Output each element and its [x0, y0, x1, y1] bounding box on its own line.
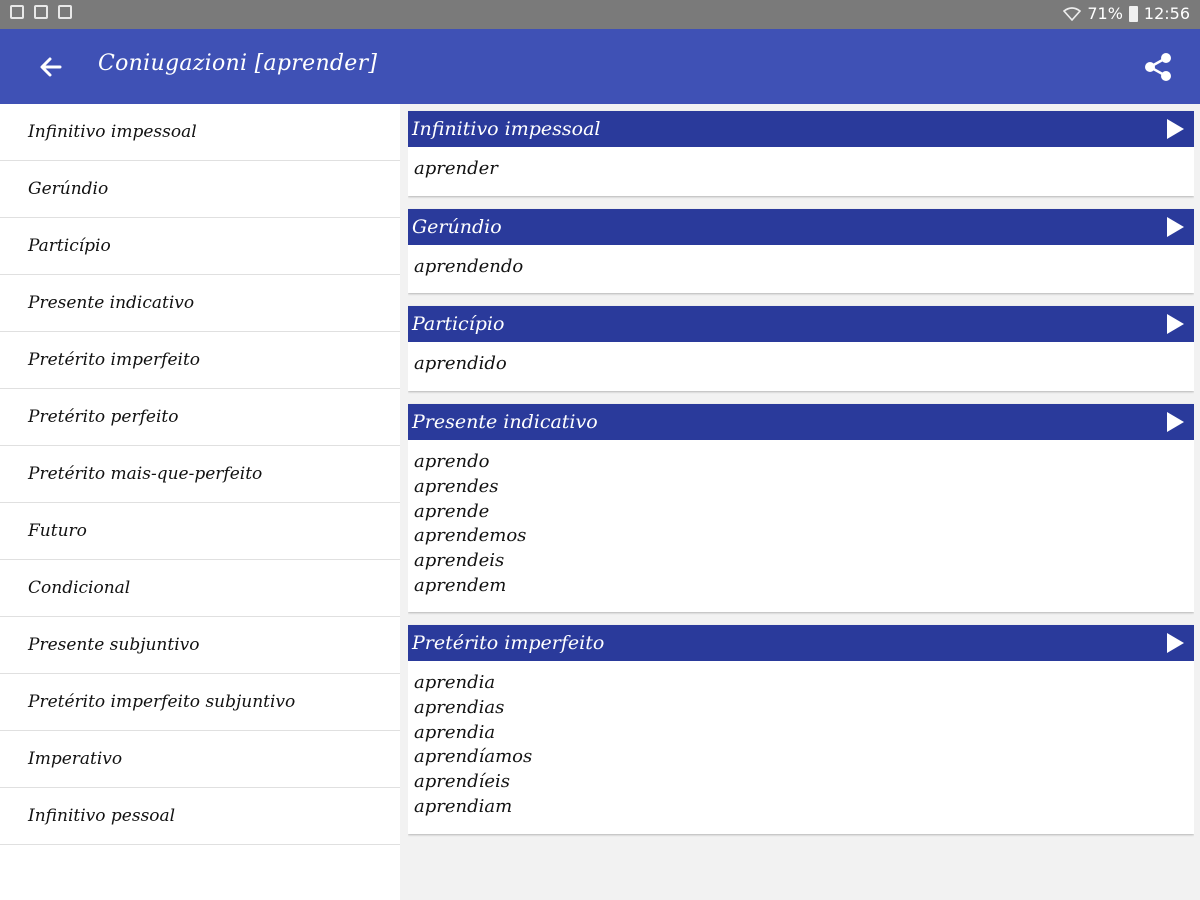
card-body: aprendo aprendes aprende aprendemos aprendei… — [408, 440, 1194, 612]
verb-form: aprendíamos — [414, 746, 533, 768]
tense-list-label: Presente indicativo — [28, 293, 195, 313]
tense-list-label: Imperativo — [28, 749, 123, 769]
tense-list-label: Futuro — [28, 521, 87, 541]
card-header[interactable]: Infinitivo impessoal — [408, 111, 1194, 147]
tense-list-label: Infinitivo pessoal — [28, 806, 176, 826]
verb-form: aprendiam — [414, 795, 513, 817]
verb-form: aprendes — [414, 475, 499, 497]
status-right: 71% 12:56 — [1063, 4, 1190, 23]
tense-list-label: Particípio — [28, 236, 111, 256]
tense-list-label: Pretérito imperfeito — [28, 350, 201, 370]
play-icon[interactable] — [1167, 412, 1184, 433]
verb-form: aprendo — [414, 451, 490, 473]
verb-form: aprendem — [414, 574, 507, 596]
tense-list-item[interactable]: Futuro — [0, 503, 400, 560]
tense-list-item[interactable]: Particípio — [0, 218, 400, 275]
tense-list-label: Pretérito imperfeito subjuntivo — [28, 692, 296, 712]
card-body: aprender — [408, 147, 1194, 196]
play-icon[interactable] — [1167, 216, 1184, 237]
tense-list-label: Pretérito perfeito — [28, 407, 179, 427]
play-icon[interactable] — [1167, 119, 1184, 139]
tense-list-item[interactable]: Pretérito perfeito — [0, 389, 400, 446]
clipboard-icon — [34, 5, 48, 19]
card-header[interactable]: Pretérito imperfeito — [408, 625, 1194, 662]
status-bar: 71% 12:56 — [0, 0, 1200, 29]
clock: 12:56 — [1143, 4, 1190, 23]
verb-form: aprendendo — [414, 255, 524, 277]
tense-list-label: Condicional — [28, 578, 131, 598]
tense-list-item[interactable]: Pretérito imperfeito subjuntivo — [0, 674, 400, 731]
notification-icons — [10, 5, 72, 19]
card-title: Pretérito imperfeito — [412, 632, 605, 655]
verb-form: aprendido — [414, 353, 507, 375]
card-body: aprendia aprendias aprendia aprendíamos apre… — [408, 661, 1194, 833]
verb-form: aprender — [414, 158, 498, 179]
arrow-back-icon[interactable] — [36, 53, 66, 81]
verb-form: aprendia — [414, 721, 496, 743]
card-title: Gerúndio — [412, 215, 502, 238]
conjugation-card: Gerúndio aprendendo — [408, 208, 1194, 294]
tense-list-item[interactable]: Presente indicativo — [0, 275, 400, 332]
conjugation-card: Presente indicativo aprendo aprendes aprend… — [408, 404, 1194, 613]
page-title: Coniugazioni [aprender] — [98, 51, 378, 76]
play-icon[interactable] — [1167, 314, 1184, 335]
tense-list-item[interactable]: Gerúndio — [0, 161, 400, 218]
play-icon[interactable] — [1167, 633, 1184, 654]
briefcase-icon — [58, 5, 72, 19]
battery-percent: 71% — [1087, 4, 1123, 23]
verb-form: aprendíeis — [414, 771, 511, 793]
card-header[interactable]: Gerúndio — [408, 208, 1194, 245]
tense-list-label: Presente subjuntivo — [28, 635, 200, 655]
conjugation-card: Pretérito imperfeito aprendia aprendias apr… — [408, 625, 1194, 834]
wifi-icon — [1063, 6, 1082, 21]
card-title: Infinitivo impessoal — [412, 118, 601, 140]
tense-list: Infinitivo impessoal Gerúndio Particípio Pr… — [0, 104, 400, 900]
tense-list-item[interactable]: Pretérito imperfeito — [0, 332, 400, 389]
conjugation-card: Infinitivo impessoal aprender — [408, 111, 1194, 196]
battery-icon — [1128, 5, 1138, 22]
notification-icon — [10, 5, 24, 19]
tense-list-label: Gerúndio — [28, 179, 109, 199]
card-title: Particípio — [412, 313, 505, 336]
tense-list-item[interactable]: Infinitivo impessoal — [0, 104, 400, 161]
tense-list-item[interactable]: Infinitivo pessoal — [0, 788, 400, 845]
card-body: aprendendo — [408, 245, 1194, 294]
card-body: aprendido — [408, 342, 1194, 391]
card-header[interactable]: Presente indicativo — [408, 404, 1194, 441]
verb-form: aprendemos — [414, 525, 527, 547]
card-title: Presente indicativo — [412, 411, 598, 434]
card-header[interactable]: Particípio — [408, 306, 1194, 343]
tense-list-item[interactable]: Condicional — [0, 560, 400, 617]
tense-list-label: Pretérito mais-que-perfeito — [28, 464, 263, 484]
tense-list-item[interactable]: Pretérito mais-que-perfeito — [0, 446, 400, 503]
verb-form: aprendia — [414, 672, 496, 694]
conjugation-cards: Infinitivo impessoal aprender Gerúndio apre… — [408, 104, 1194, 900]
verb-form: aprendias — [414, 697, 505, 719]
conjugation-card: Particípio aprendido — [408, 306, 1194, 392]
share-icon[interactable] — [1142, 51, 1174, 83]
tense-list-label: Infinitivo impessoal — [28, 122, 197, 142]
tense-list-item[interactable]: Presente subjuntivo — [0, 617, 400, 674]
app-bar: Coniugazioni [aprender] — [0, 29, 1200, 104]
tense-list-item[interactable]: Imperativo — [0, 731, 400, 788]
verb-form: aprendeis — [414, 549, 505, 571]
verb-form: aprende — [414, 500, 490, 522]
